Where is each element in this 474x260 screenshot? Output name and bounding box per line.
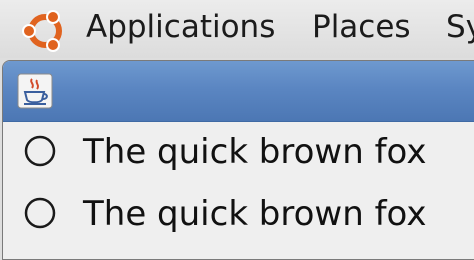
ubuntu-logo-icon[interactable] [20,6,70,56]
java-cup-icon[interactable] [17,73,53,109]
radio-option[interactable]: The quick brown fox [3,188,474,240]
window-content: The quick brown fox The quick brown fox [3,122,474,259]
radio-button-unchecked-icon[interactable] [23,196,57,230]
menu-places[interactable]: Places [312,6,411,48]
window-titlebar[interactable] [3,61,474,122]
radio-option-label[interactable]: The quick brown fox [83,126,426,178]
menu-applications[interactable]: Applications [86,6,275,48]
top-panel: Applications Places Sy [0,0,474,58]
radio-button-unchecked-icon[interactable] [23,134,57,168]
menu-system[interactable]: Sy [446,6,474,48]
radio-option-label[interactable]: The quick brown fox [83,188,426,240]
app-window: The quick brown fox The quick brown fox [2,60,474,260]
radio-option[interactable]: The quick brown fox [3,126,474,178]
